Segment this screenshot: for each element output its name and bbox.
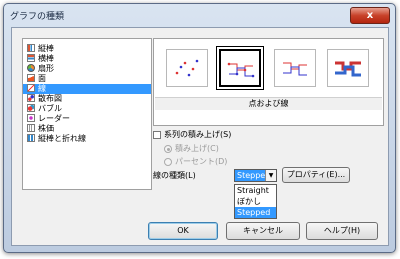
stock-chart-icon — [27, 124, 35, 132]
line-type-option-smooth[interactable]: ぼかし — [235, 196, 276, 207]
chart-type-item-stock[interactable]: 株価 — [23, 124, 151, 134]
radar-chart-icon — [27, 114, 35, 122]
line-type-select[interactable]: Stepped ▼ — [234, 169, 277, 182]
chart-variant-panel: 点および線 — [153, 38, 384, 126]
variant-lines-only[interactable] — [274, 49, 316, 87]
cancel-button[interactable]: キャンセル — [226, 222, 300, 240]
checkbox-icon — [153, 131, 161, 139]
variant-points-and-lines[interactable] — [216, 46, 264, 90]
chart-type-item-bar[interactable]: 縦棒 — [23, 44, 151, 54]
stack-on-top-radio[interactable]: 積み上げ(C) — [164, 143, 219, 154]
dialog-body: 縦棒 横棒 扇形 面 線 散布図 バブル レーダー 株価 縦棒と折れ線 点および… — [11, 27, 389, 246]
3d-lines-icon — [335, 61, 361, 77]
chart-type-item-pie[interactable]: 扇形 — [23, 64, 151, 74]
stack-series-checkbox[interactable]: 系列の積み上げ(S) — [153, 129, 231, 140]
radio-icon — [164, 158, 172, 166]
bubble-chart-icon — [27, 104, 35, 112]
scatter-chart-icon — [27, 94, 35, 102]
points-and-lines-icon — [227, 62, 255, 78]
chart-type-item-bar-and-line[interactable]: 縦棒と折れ線 — [23, 134, 151, 144]
chart-type-item-scatter[interactable]: 散布図 — [23, 94, 151, 104]
dialog-title: グラフの種類 — [10, 12, 65, 22]
help-button[interactable]: ヘルプ(H) — [306, 222, 378, 240]
chart-type-item-radar[interactable]: レーダー — [23, 114, 151, 124]
chart-type-item-bubble[interactable]: バブル — [23, 104, 151, 114]
line-type-label: 線の種類(L) — [153, 171, 196, 180]
chart-type-item-line[interactable]: 線 — [23, 84, 151, 94]
chevron-down-icon[interactable]: ▼ — [265, 170, 276, 181]
radio-icon — [164, 145, 172, 153]
line-chart-icon — [27, 84, 35, 92]
line-type-option-stepped[interactable]: Stepped — [235, 207, 276, 218]
horizontal-bar-chart-icon — [27, 54, 35, 62]
properties-button[interactable]: プロパティ(E)... — [282, 167, 350, 183]
lines-only-icon — [283, 62, 307, 76]
chart-type-item-horizontal-bar[interactable]: 横棒 — [23, 54, 151, 64]
title-bar: グラフの種類 x — [4, 4, 395, 26]
chart-type-item-area[interactable]: 面 — [23, 74, 151, 84]
close-button[interactable]: x — [350, 7, 390, 24]
area-chart-icon — [27, 74, 35, 82]
chart-type-list[interactable]: 縦棒 横棒 扇形 面 線 散布図 バブル レーダー 株価 縦棒と折れ線 — [22, 38, 152, 190]
line-type-option-straight[interactable]: Straight — [235, 185, 276, 196]
stack-series-label: 系列の積み上げ(S) — [164, 130, 232, 139]
bar-chart-icon — [27, 44, 35, 52]
percent-label: パーセント(D) — [175, 157, 228, 166]
ok-button[interactable]: OK — [148, 222, 218, 240]
points-only-icon — [175, 59, 199, 77]
line-type-dropdown: Straight ぼかし Stepped — [234, 184, 277, 219]
percent-radio[interactable]: パーセント(D) — [164, 156, 227, 167]
variant-caption: 点および線 — [155, 97, 382, 110]
pie-chart-icon — [27, 64, 35, 72]
stack-on-top-label: 積み上げ(C) — [175, 144, 219, 153]
variant-3d-lines[interactable] — [327, 49, 369, 87]
variant-points-only[interactable] — [166, 49, 208, 87]
chart-type-dialog: グラフの種類 x 縦棒 横棒 扇形 面 線 散布図 バブル レーダー 株価 縦棒… — [3, 3, 396, 253]
bar-and-line-chart-icon — [27, 134, 35, 142]
